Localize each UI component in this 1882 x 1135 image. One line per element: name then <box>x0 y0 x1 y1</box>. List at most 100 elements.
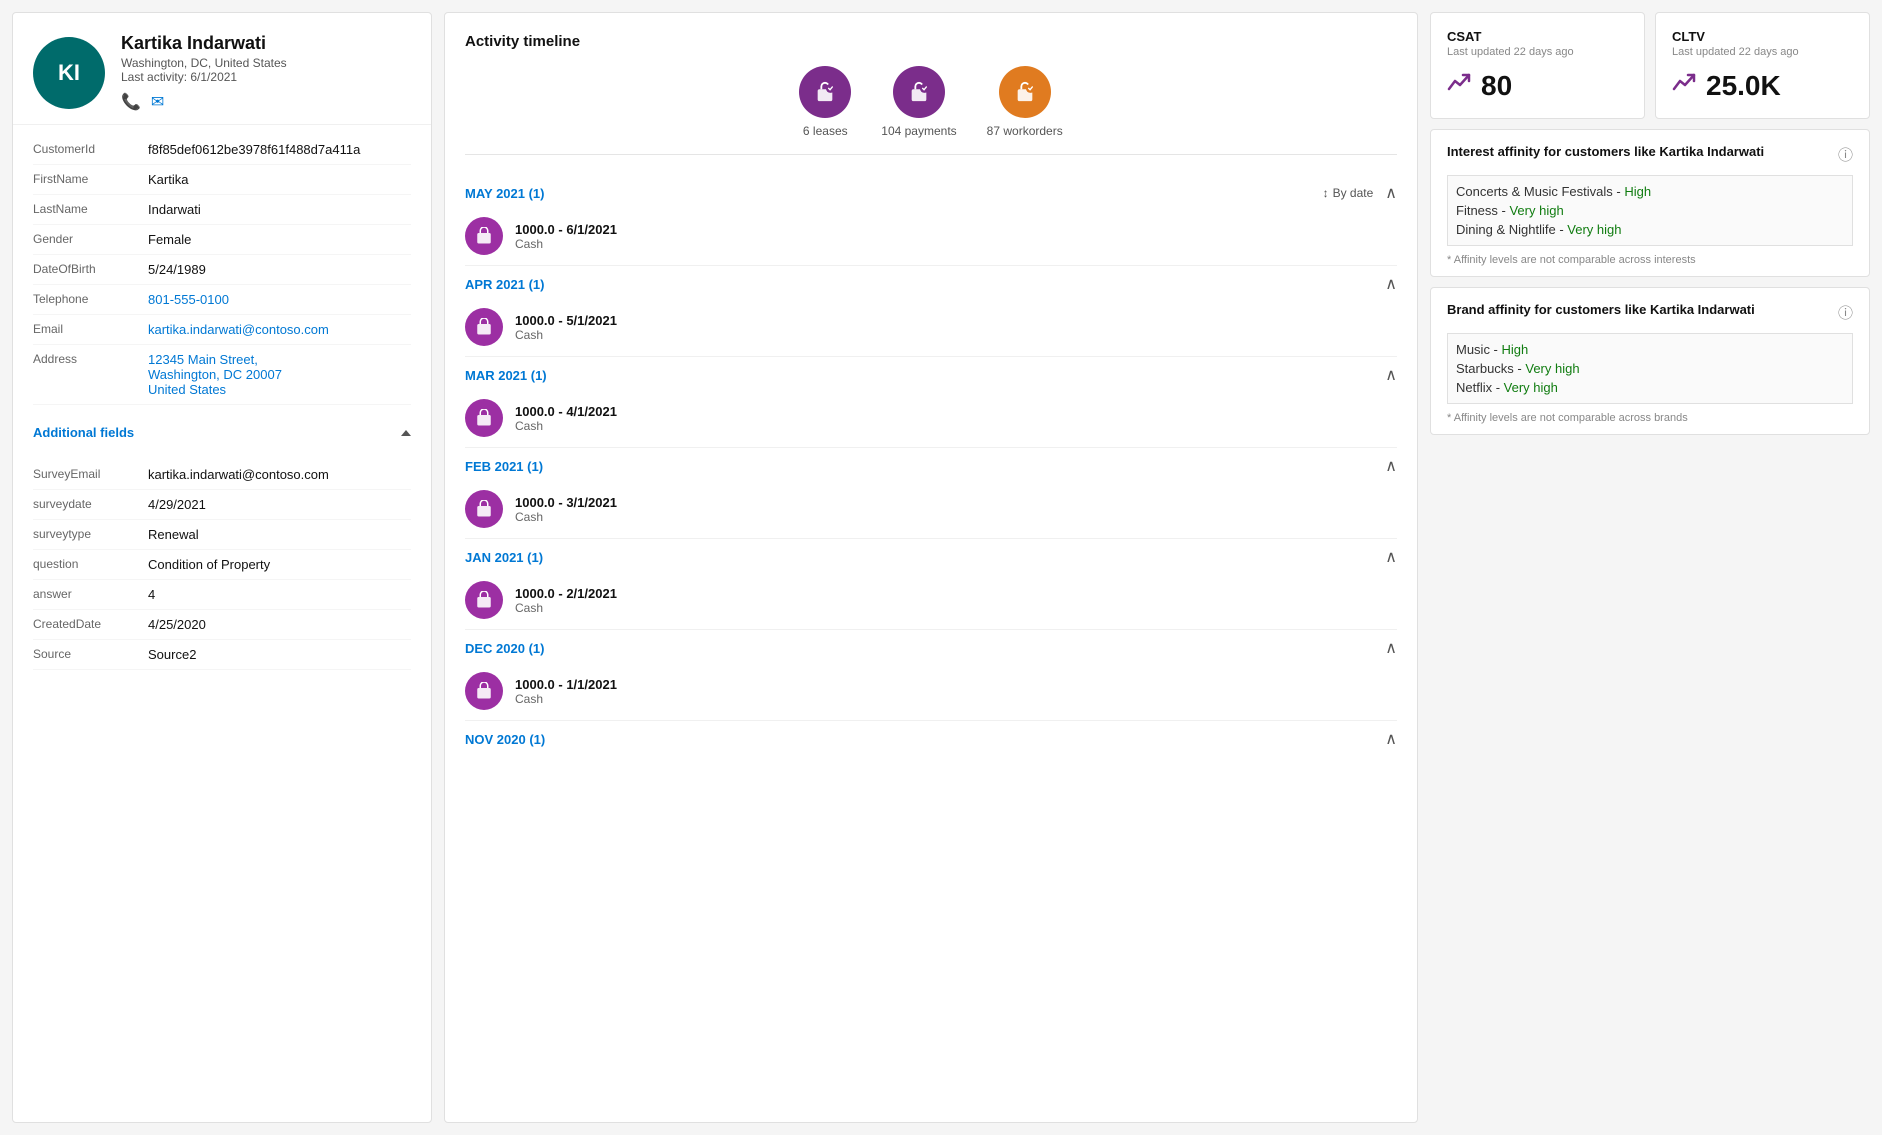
additional-fields-toggle[interactable]: Additional fields <box>13 415 431 450</box>
entry-amount-date: 1000.0 - 5/1/2021 <box>515 313 617 328</box>
affinity-name: Fitness - <box>1456 203 1509 218</box>
profile-actions: 📞 ✉ <box>121 92 287 112</box>
entry-details: 1000.0 - 3/1/2021Cash <box>515 495 617 524</box>
activity-title: Activity timeline <box>465 33 1397 50</box>
cltv-title: CLTV <box>1672 29 1853 44</box>
phone-icon[interactable]: 📞 <box>121 92 141 112</box>
affinity-level: High <box>1624 184 1651 199</box>
cltv-value: 25.0K <box>1706 70 1781 102</box>
brand-affinity-header: Brand affinity for customers like Kartik… <box>1447 302 1853 323</box>
right-panel: CSAT Last updated 22 days ago 80 CLTV La… <box>1430 12 1870 1123</box>
activity-icon-2 <box>999 66 1051 118</box>
collapse-button[interactable]: ∧ <box>1385 365 1397 385</box>
sort-button[interactable]: ↕ By date <box>1323 186 1374 200</box>
timeline-section-header: APR 2021 (1) ∧ <box>465 266 1397 298</box>
additional-field-label: SurveyEmail <box>33 467 148 481</box>
entry-details: 1000.0 - 4/1/2021Cash <box>515 404 617 433</box>
activity-icon-1 <box>893 66 945 118</box>
affinity-level: Very high <box>1525 361 1579 376</box>
profile-info: Kartika Indarwati Washington, DC, United… <box>121 33 287 112</box>
activity-icons-row: 6 leases 104 payments 87 workorders <box>465 66 1397 155</box>
entry-payment-type: Cash <box>515 510 617 524</box>
left-panel: KI Kartika Indarwati Washington, DC, Uni… <box>12 12 432 1123</box>
field-value[interactable]: 12345 Main Street, Washington, DC 20007 … <box>148 352 411 397</box>
timeline-entry: 1000.0 - 1/1/2021Cash <box>465 662 1397 721</box>
collapse-button[interactable]: ∧ <box>1385 547 1397 567</box>
timeline-section-header: DEC 2020 (1)∧ <box>465 630 1397 662</box>
field-label: CustomerId <box>33 142 148 156</box>
entry-icon <box>465 217 503 255</box>
brand-info-icon[interactable]: ⓘ <box>1838 302 1853 323</box>
field-value[interactable]: kartika.indarwati@contoso.com <box>148 322 411 337</box>
csat-title: CSAT <box>1447 29 1628 44</box>
field-row: LastNameIndarwati <box>33 195 411 225</box>
field-row: Emailkartika.indarwati@contoso.com <box>33 315 411 345</box>
collapse-button[interactable]: ∧ <box>1385 183 1397 203</box>
brand-affinity-note: * Affinity levels are not comparable acr… <box>1447 412 1853 424</box>
entry-payment-type: Cash <box>515 237 617 251</box>
field-label: DateOfBirth <box>33 262 148 276</box>
additional-field-row: surveytypeRenewal <box>33 520 411 550</box>
additional-field-label: answer <box>33 587 148 601</box>
cltv-subtitle: Last updated 22 days ago <box>1672 46 1853 58</box>
additional-field-value: Source2 <box>148 647 411 662</box>
collapse-button[interactable]: ∧ <box>1385 729 1397 749</box>
interest-affinity-item: Fitness - Very high <box>1456 201 1844 220</box>
affinity-name: Starbucks - <box>1456 361 1525 376</box>
entry-amount-date: 1000.0 - 4/1/2021 <box>515 404 617 419</box>
field-value: f8f85def0612be3978f61f488d7a411a <box>148 142 411 157</box>
additional-field-value: Renewal <box>148 527 411 542</box>
brand-affinity-item: Music - High <box>1456 340 1844 359</box>
entry-icon <box>465 399 503 437</box>
field-label: Telephone <box>33 292 148 306</box>
field-list: CustomerIdf8f85def0612be3978f61f488d7a41… <box>13 125 431 415</box>
entry-payment-type: Cash <box>515 328 617 342</box>
timeline-section-header: NOV 2020 (1) ∧ <box>465 721 1397 753</box>
affinity-name: Music - <box>1456 342 1502 357</box>
entry-amount-date: 1000.0 - 6/1/2021 <box>515 222 617 237</box>
field-row: Address12345 Main Street, Washington, DC… <box>33 345 411 405</box>
field-row: DateOfBirth5/24/1989 <box>33 255 411 285</box>
profile-location: Washington, DC, United States <box>121 56 287 70</box>
additional-field-row: answer4 <box>33 580 411 610</box>
timeline-section-header: FEB 2021 (1)∧ <box>465 448 1397 480</box>
brand-affinity-list: Music - HighStarbucks - Very highNetflix… <box>1447 333 1853 404</box>
entry-payment-type: Cash <box>515 601 617 615</box>
activity-icon-item[interactable]: 87 workorders <box>987 66 1063 138</box>
cltv-value-row: 25.0K <box>1672 70 1853 102</box>
section-month: NOV 2020 (1) <box>465 732 545 747</box>
collapse-button[interactable]: ∧ <box>1385 638 1397 658</box>
additional-field-value: kartika.indarwati@contoso.com <box>148 467 411 482</box>
additional-field-label: surveydate <box>33 497 148 511</box>
field-value: Indarwati <box>148 202 411 217</box>
activity-icon-item[interactable]: 6 leases <box>799 66 851 138</box>
cltv-card: CLTV Last updated 22 days ago 25.0K <box>1655 12 1870 119</box>
field-label: Gender <box>33 232 148 246</box>
entry-icon <box>465 581 503 619</box>
timeline-entry: 1000.0 - 3/1/2021Cash <box>465 480 1397 539</box>
field-row: FirstNameKartika <box>33 165 411 195</box>
section-month: APR 2021 (1) <box>465 277 544 292</box>
timeline-entry: 1000.0 - 5/1/2021Cash <box>465 298 1397 357</box>
additional-field-row: surveydate4/29/2021 <box>33 490 411 520</box>
cltv-trend-icon <box>1672 71 1696 101</box>
interest-affinity-card: Interest affinity for customers like Kar… <box>1430 129 1870 277</box>
activity-icon-item[interactable]: 104 payments <box>881 66 956 138</box>
interest-affinity-item: Dining & Nightlife - Very high <box>1456 220 1844 239</box>
collapse-button[interactable]: ∧ <box>1385 274 1397 294</box>
field-value[interactable]: 801-555-0100 <box>148 292 411 307</box>
activity-icon-label: 6 leases <box>803 124 848 138</box>
entry-amount-date: 1000.0 - 1/1/2021 <box>515 677 617 692</box>
additional-field-value: Condition of Property <box>148 557 411 572</box>
additional-field-row: SourceSource2 <box>33 640 411 670</box>
interest-info-icon[interactable]: ⓘ <box>1838 144 1853 165</box>
timeline-section-header: JAN 2021 (1)∧ <box>465 539 1397 571</box>
metrics-row: CSAT Last updated 22 days ago 80 CLTV La… <box>1430 12 1870 119</box>
additional-field-value: 4 <box>148 587 411 602</box>
additional-field-label: surveytype <box>33 527 148 541</box>
entry-details: 1000.0 - 1/1/2021Cash <box>515 677 617 706</box>
collapse-button[interactable]: ∧ <box>1385 456 1397 476</box>
entry-amount-date: 1000.0 - 3/1/2021 <box>515 495 617 510</box>
field-label: Email <box>33 322 148 336</box>
email-icon[interactable]: ✉ <box>151 92 164 112</box>
